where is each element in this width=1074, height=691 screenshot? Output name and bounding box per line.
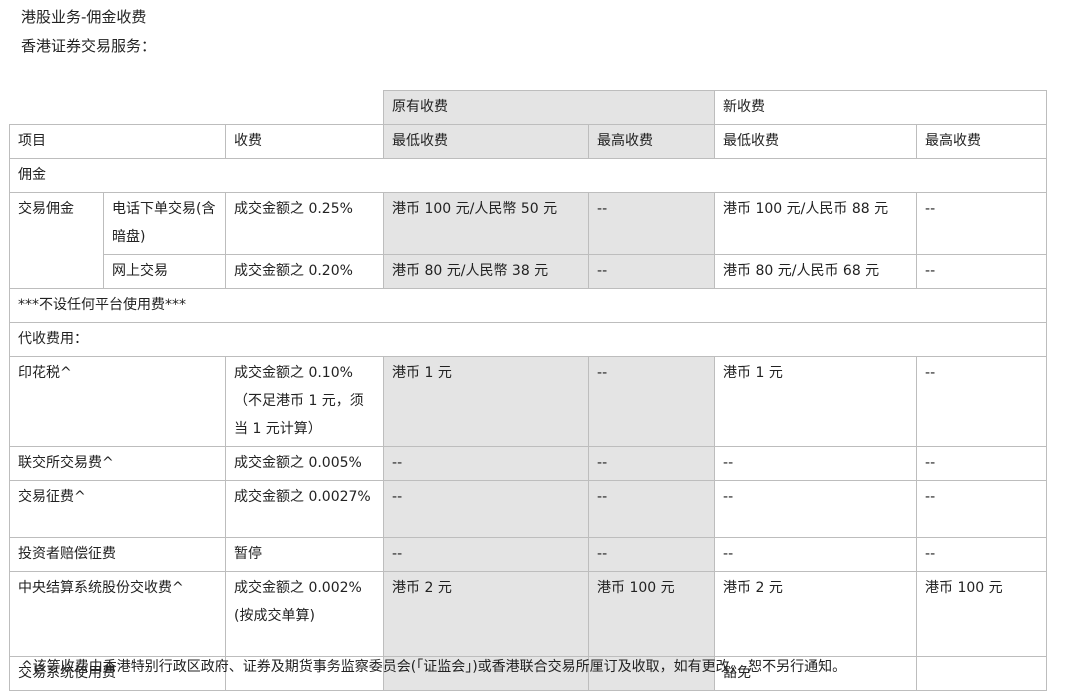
stamp-duty-fee: 成交金额之 0.10%（不足港币 1 元，须当 1 元计算）	[224, 356, 385, 447]
phone-order-new-min: 港币 100 元/人民币 88 元	[714, 192, 918, 255]
ccass-old-max: 港币 100 元	[588, 571, 716, 657]
phone-order-new-max: --	[916, 192, 1048, 255]
table-row-levy: 交易征费^ 成交金额之 0.0027% -- -- -- --	[9, 480, 1048, 538]
system-fee-new-max	[916, 656, 1048, 691]
investor-levy-new-min: --	[714, 537, 918, 572]
fee-table: 原有收费 新收费 项目 收费 最低收费 最高收费 最低收费 最高收费 佣金 交易…	[8, 90, 1048, 691]
commission-label: 交易佣金	[9, 192, 104, 289]
investor-levy-fee: 暂停	[224, 537, 385, 572]
col-header-new-max: 最高收费	[916, 124, 1048, 159]
ccass-new-min: 港币 2 元	[714, 571, 918, 657]
online-old-min: 港币 80 元/人民幣 38 元	[383, 254, 590, 289]
hkex-fee-new-min: --	[714, 446, 918, 481]
hkex-fee-new-max: --	[916, 446, 1048, 481]
phone-order-fee: 成交金额之 0.25%	[224, 192, 385, 255]
empty-corner-cell	[9, 90, 385, 125]
column-header-row: 项目 收费 最低收费 最高收费 最低收费 最高收费	[9, 124, 1048, 159]
levy-new-min: --	[714, 480, 918, 538]
col-header-item: 项目	[9, 124, 226, 159]
stamp-duty-new-max: --	[916, 356, 1048, 447]
col-header-fee: 收费	[224, 124, 385, 159]
investor-levy-label: 投资者赔偿征费	[9, 537, 226, 572]
stamp-duty-new-min: 港币 1 元	[714, 356, 918, 447]
table-row-hkex-fee: 联交所交易费^ 成交金额之 0.005% -- -- -- --	[9, 446, 1048, 481]
footnote: ^该等收费由香港特别行政区政府、证券及期货事务监察委员会(「证监会」)或香港联合…	[21, 659, 847, 675]
col-header-new-min: 最低收费	[714, 124, 918, 159]
table-row-stamp-duty: 印花税^ 成交金额之 0.10%（不足港币 1 元，须当 1 元计算） 港币 1…	[9, 356, 1048, 447]
col-header-old-min: 最低收费	[383, 124, 590, 159]
new-fee-group-header: 新收费	[714, 90, 1048, 125]
online-new-min: 港币 80 元/人民币 68 元	[714, 254, 918, 289]
col-header-old-max: 最高收费	[588, 124, 716, 159]
page-title: 港股业务-佣金收费	[21, 8, 147, 26]
online-label: 网上交易	[103, 254, 226, 289]
old-fee-group-header: 原有收费	[383, 90, 716, 125]
levy-old-max: --	[588, 480, 716, 538]
ccass-new-max: 港币 100 元	[916, 571, 1048, 657]
phone-order-old-min: 港币 100 元/人民幣 50 元	[383, 192, 590, 255]
ccass-label: 中央结算系统股份交收费^	[9, 571, 226, 657]
online-old-max: --	[588, 254, 716, 289]
ccass-old-min: 港币 2 元	[383, 571, 590, 657]
table-row-online: 网上交易 成交金额之 0.20% 港币 80 元/人民幣 38 元 -- 港币 …	[10, 254, 1048, 289]
note-row-no-platform-fee: ***不设任何平台使用费***	[8, 288, 1048, 323]
section-row-collected-fees: 代收费用：	[8, 322, 1048, 357]
online-fee: 成交金额之 0.20%	[224, 254, 385, 289]
section-label-commission: 佣金	[8, 158, 1048, 193]
levy-fee: 成交金额之 0.0027%	[224, 480, 385, 538]
levy-label: 交易征费^	[9, 480, 226, 538]
stamp-duty-old-min: 港币 1 元	[383, 356, 590, 447]
investor-levy-old-min: --	[383, 537, 590, 572]
section-subtitle: 香港证券交易服务：	[21, 37, 157, 55]
group-header-row: 原有收费 新收费	[9, 90, 1048, 125]
no-platform-fee-note: ***不设任何平台使用费***	[8, 288, 1048, 323]
levy-old-min: --	[383, 480, 590, 538]
phone-order-label: 电话下单交易(含暗盘)	[103, 192, 226, 255]
online-new-max: --	[916, 254, 1048, 289]
phone-order-old-max: --	[588, 192, 716, 255]
table-row-ccass: 中央结算系统股份交收费^ 成交金额之 0.002%(按成交单算) 港币 2 元 …	[9, 571, 1048, 657]
investor-levy-new-max: --	[916, 537, 1048, 572]
hkex-fee-label: 联交所交易费^	[9, 446, 226, 481]
hkex-fee-fee: 成交金额之 0.005%	[224, 446, 385, 481]
stamp-duty-label: 印花税^	[9, 356, 226, 447]
table-row-phone-order: 交易佣金 电话下单交易(含暗盘) 成交金额之 0.25% 港币 100 元/人民…	[9, 192, 1048, 289]
hkex-fee-old-min: --	[383, 446, 590, 481]
section-label-collected-fees: 代收费用：	[8, 322, 1048, 357]
investor-levy-old-max: --	[588, 537, 716, 572]
stamp-duty-old-max: --	[588, 356, 716, 447]
hkex-fee-old-max: --	[588, 446, 716, 481]
levy-new-max: --	[916, 480, 1048, 538]
ccass-fee: 成交金额之 0.002%(按成交单算)	[224, 571, 385, 657]
table-row-investor-levy: 投资者赔偿征费 暂停 -- -- -- --	[9, 537, 1048, 572]
section-row-commission: 佣金	[8, 158, 1048, 193]
